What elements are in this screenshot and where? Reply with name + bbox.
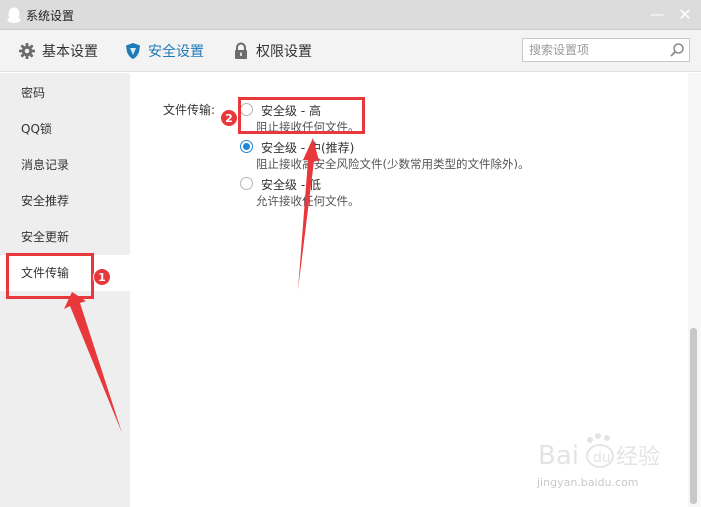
svg-text:经验: 经验 — [616, 445, 660, 470]
annotation-arrow-2 — [298, 138, 319, 290]
svg-text:Bai: Bai — [538, 441, 579, 471]
annotation-arrow-1 — [64, 292, 122, 433]
svg-text:du: du — [593, 450, 611, 466]
watermark-url: jingyan.baidu.com — [537, 476, 639, 489]
